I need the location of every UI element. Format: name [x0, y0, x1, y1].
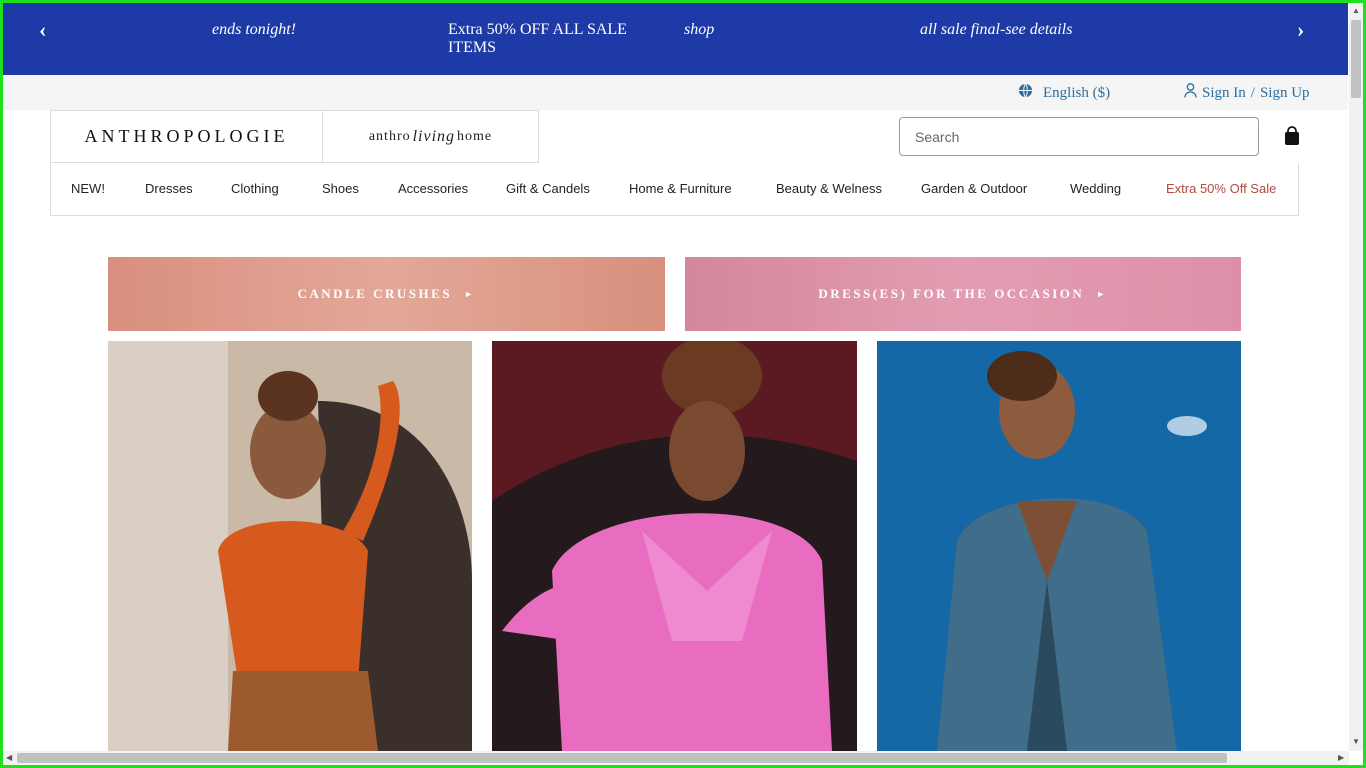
- main-nav: NEW! Dresses Clothing Shoes Accessories …: [50, 163, 1299, 216]
- language-label: English ($): [1043, 84, 1111, 101]
- nav-item-dresses[interactable]: Dresses: [145, 181, 193, 196]
- sign-in-link[interactable]: Sign In: [1202, 85, 1246, 102]
- scroll-down-icon[interactable]: ▼: [1352, 737, 1360, 746]
- logo-secondary-post: home: [457, 128, 493, 144]
- promo-message-ends[interactable]: ends tonight!: [212, 21, 296, 39]
- promo-message-sale[interactable]: Extra 50% OFF ALL SALE ITEMS: [448, 21, 648, 57]
- dresses-occasion-banner[interactable]: DRESS(ES) FOR THE OCCASION ►: [685, 257, 1241, 331]
- horizontal-scrollbar[interactable]: ◀ ▶: [3, 751, 1349, 765]
- promo-prev-arrow[interactable]: ‹: [39, 17, 46, 43]
- vertical-scroll-thumb[interactable]: [1351, 20, 1361, 98]
- scroll-left-icon[interactable]: ◀: [6, 753, 12, 762]
- product-image-orange-top[interactable]: [108, 341, 472, 751]
- nav-item-sale[interactable]: Extra 50% Off Sale: [1166, 181, 1276, 196]
- nav-item-shoes[interactable]: Shoes: [322, 181, 359, 196]
- promo-message-shop[interactable]: shop: [684, 21, 714, 39]
- product-image-blue-blazer[interactable]: [877, 341, 1241, 751]
- utility-bar: English ($) Sign In / Sign Up: [3, 75, 1348, 110]
- promo-next-arrow[interactable]: ›: [1297, 17, 1304, 43]
- vertical-scrollbar[interactable]: ▲ ▼: [1349, 3, 1363, 751]
- scroll-right-icon[interactable]: ▶: [1338, 753, 1344, 762]
- logo-secondary-script: living: [412, 127, 456, 145]
- account-separator: /: [1250, 84, 1255, 101]
- horizontal-scroll-thumb[interactable]: [17, 753, 1227, 763]
- logo-secondary-pre: anthro: [368, 128, 411, 144]
- product-image-pink-blouse[interactable]: [492, 341, 857, 751]
- account-links: Sign In / Sign Up: [1184, 83, 1310, 103]
- promo-banner: ‹ ends tonight! Extra 50% OFF ALL SALE I…: [3, 3, 1348, 75]
- anthro-living-home-logo[interactable]: anthro living home: [322, 110, 539, 163]
- nav-item-garden-outdoor[interactable]: Garden & Outdoor: [921, 181, 1027, 196]
- nav-item-home-furniture[interactable]: Home & Furniture: [629, 181, 732, 196]
- sign-up-link[interactable]: Sign Up: [1260, 85, 1310, 102]
- nav-item-accessories[interactable]: Accessories: [398, 181, 468, 196]
- nav-item-gift-candles[interactable]: Gift & Candels: [506, 181, 590, 196]
- nav-item-wedding[interactable]: Wedding: [1070, 181, 1121, 196]
- dresses-occasion-label: DRESS(ES) FOR THE OCCASION: [818, 286, 1085, 301]
- search-input[interactable]: [899, 117, 1259, 156]
- user-icon: [1184, 83, 1197, 103]
- candle-crushes-label: CANDLE CRUSHES: [297, 286, 453, 301]
- language-selector[interactable]: English ($): [1018, 83, 1110, 103]
- shopping-bag-icon[interactable]: [1283, 126, 1301, 146]
- promo-message-details[interactable]: all sale final-see details: [920, 21, 1072, 39]
- globe-icon: [1018, 83, 1033, 103]
- nav-item-beauty-wellness[interactable]: Beauty & Welness: [776, 181, 882, 196]
- arrow-right-icon: ►: [464, 289, 476, 299]
- arrow-right-icon: ►: [1096, 289, 1108, 299]
- scroll-up-icon[interactable]: ▲: [1352, 6, 1360, 15]
- candle-crushes-banner[interactable]: CANDLE CRUSHES ►: [108, 257, 665, 331]
- nav-item-clothing[interactable]: Clothing: [231, 181, 279, 196]
- anthropologie-logo[interactable]: ANTHROPOLOGIE: [50, 110, 323, 163]
- nav-item-new[interactable]: NEW!: [71, 181, 105, 196]
